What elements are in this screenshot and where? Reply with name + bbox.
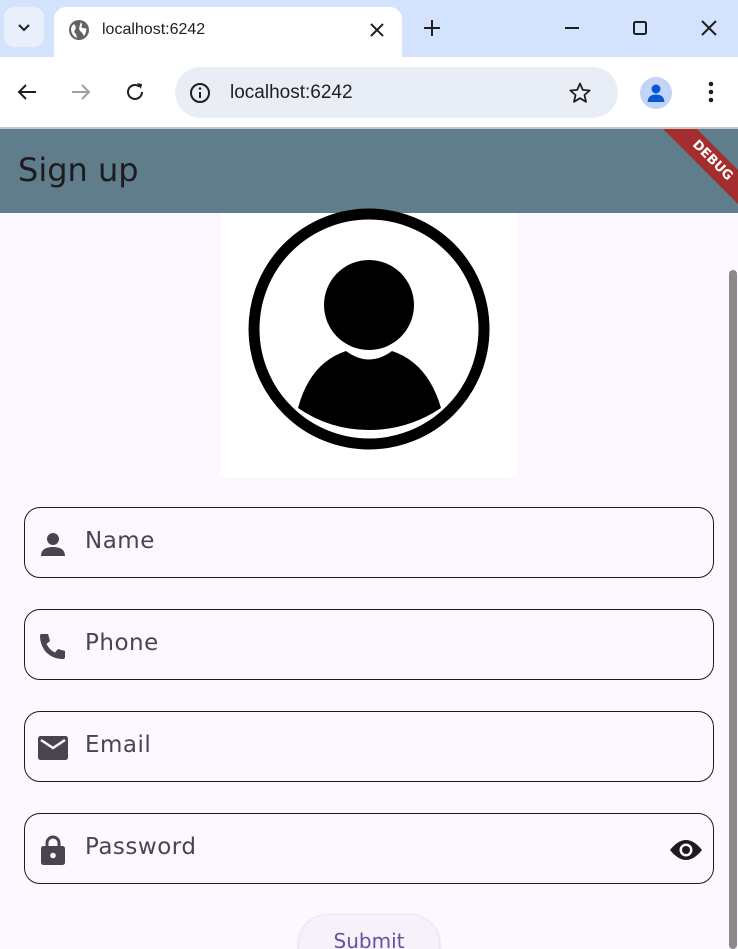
visibility-icon <box>670 840 702 860</box>
browser-tab-active[interactable]: localhost:6242 <box>54 7 402 57</box>
tab-close-button[interactable] <box>366 19 388 41</box>
address-url: localhost:6242 <box>230 82 353 103</box>
plus-icon <box>424 20 440 36</box>
profile-button[interactable] <box>640 77 672 109</box>
submit-button[interactable]: Submit <box>298 914 440 949</box>
forward-button[interactable] <box>68 79 94 105</box>
info-icon <box>190 83 210 103</box>
account-circle-icon <box>248 208 490 450</box>
globe-icon <box>69 20 89 40</box>
scrollbar[interactable] <box>729 270 737 949</box>
star-icon <box>569 82 591 103</box>
close-window-button[interactable] <box>698 17 720 39</box>
email-field[interactable]: Email <box>24 711 714 782</box>
submit-button-label: Submit <box>333 929 405 949</box>
reload-button[interactable] <box>122 79 148 105</box>
maximize-button[interactable] <box>629 17 651 39</box>
phone-icon <box>37 630 69 662</box>
name-field[interactable]: Name <box>24 507 714 578</box>
mail-icon <box>37 732 69 764</box>
browser-tabstrip: localhost:6242 <box>0 0 738 57</box>
browser-toolbar: localhost:6242 <box>0 57 738 128</box>
close-icon <box>370 23 384 37</box>
account-icon <box>647 84 665 102</box>
new-tab-button[interactable] <box>420 16 444 40</box>
address-bar[interactable]: localhost:6242 <box>175 67 618 118</box>
toggle-password-visibility-button[interactable] <box>669 835 703 865</box>
close-icon <box>701 20 717 36</box>
browser-menu-button[interactable] <box>700 79 722 105</box>
lock-icon <box>37 834 69 866</box>
arrow-right-icon <box>72 84 91 100</box>
more-vertical-icon <box>708 81 714 103</box>
phone-field[interactable]: Phone <box>24 609 714 680</box>
debug-banner: DEBUG <box>654 129 738 213</box>
bookmark-button[interactable] <box>567 80 593 106</box>
phone-field-label: Phone <box>85 630 159 656</box>
chevron-down-icon <box>18 24 30 32</box>
site-info-button[interactable] <box>187 80 213 106</box>
password-field-label: Password <box>85 834 197 860</box>
email-field-label: Email <box>85 732 152 758</box>
password-field[interactable]: Password <box>24 813 714 884</box>
app-bar: Sign up DEBUG <box>0 129 738 213</box>
person-icon <box>37 528 69 560</box>
tab-search-button[interactable] <box>4 7 44 47</box>
name-field-label: Name <box>85 528 155 554</box>
avatar-image <box>221 208 517 477</box>
tab-title: localhost:6242 <box>102 21 206 38</box>
arrow-left-icon <box>17 84 36 100</box>
page-title: Sign up <box>18 151 139 189</box>
minimize-icon <box>565 27 579 29</box>
minimize-button[interactable] <box>561 17 583 39</box>
reload-icon <box>127 83 143 100</box>
maximize-icon <box>633 21 647 35</box>
back-button[interactable] <box>14 79 40 105</box>
